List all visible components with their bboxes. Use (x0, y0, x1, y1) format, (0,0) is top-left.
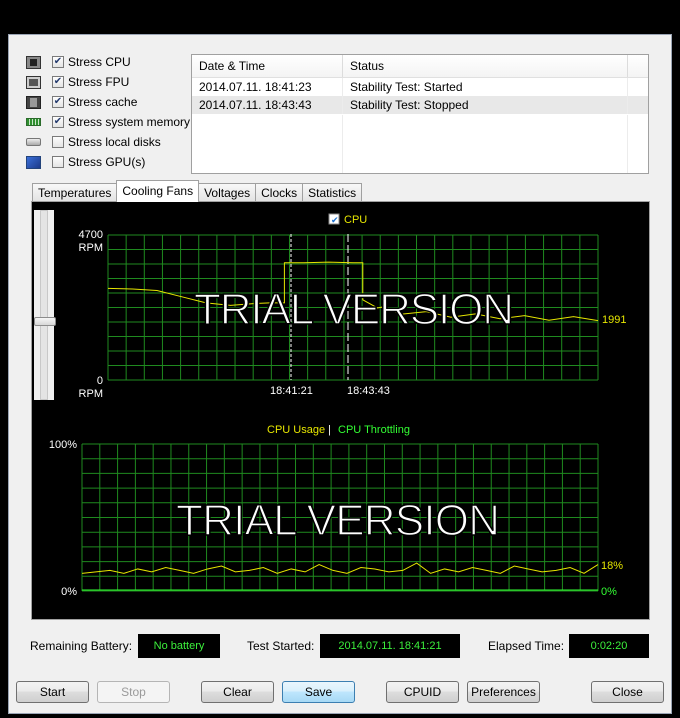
tab-cooling-fans[interactable]: Cooling Fans (116, 180, 200, 202)
start-button[interactable]: Start (16, 681, 89, 703)
stress-cpu-option[interactable]: ✔ Stress CPU (26, 52, 196, 72)
stress-cache-label: Stress cache (68, 95, 138, 109)
disk-icon (26, 138, 41, 146)
stress-fpu-option[interactable]: ✔ Stress FPU (26, 72, 196, 92)
tab-clocks[interactable]: Clocks (255, 183, 304, 202)
stress-gpu-option[interactable]: Stress GPU(s) (26, 152, 196, 172)
cpuid-button[interactable]: CPUID (386, 681, 459, 703)
log-header-row: Date & Time Status (192, 55, 648, 78)
usage-current-value: 18% (601, 560, 623, 572)
stress-memory-option[interactable]: ✔ Stress system memory (26, 112, 196, 132)
fan-y-min-label: 0 (97, 375, 103, 387)
tab-temperatures[interactable]: Temperatures (32, 183, 118, 202)
preferences-button[interactable]: Preferences (467, 681, 540, 703)
cpu-usage-chart: CPU Usage | CPU Throttling 100% 0% 18% 0… (32, 412, 648, 618)
usage-legend-cpu-usage: CPU Usage (267, 424, 325, 436)
battery-value: No battery (138, 634, 220, 658)
log-row[interactable]: 2014.07.11. 18:43:43 Stability Test: Sto… (192, 96, 648, 114)
clear-button[interactable]: Clear (201, 681, 274, 703)
usage-y-max-label: 100% (49, 439, 77, 451)
fan-y-min-unit: RPM (79, 388, 103, 400)
fan-chart-slider[interactable] (34, 210, 56, 400)
tab-voltages[interactable]: Voltages (198, 183, 257, 202)
log-cell-datetime: 2014.07.11. 18:41:23 (192, 78, 343, 96)
cache-icon (26, 95, 41, 109)
stress-memory-checkbox[interactable]: ✔ (52, 116, 64, 128)
fan-y-max-unit: RPM (79, 242, 103, 254)
log-row[interactable]: 2014.07.11. 18:41:23 Stability Test: Sta… (192, 78, 648, 96)
stop-button[interactable]: Stop (97, 681, 170, 703)
event-log-table[interactable]: Date & Time Status 2014.07.11. 18:41:23 … (191, 54, 649, 174)
stress-gpu-checkbox[interactable] (52, 156, 64, 168)
fan-speed-chart: ✔ CPU 4700 RPM 0 RPM 18:41:21 18:43:43 1… (58, 204, 648, 408)
fan-legend-cpu: CPU (344, 214, 367, 226)
stress-gpu-label: Stress GPU(s) (68, 155, 146, 169)
close-button[interactable]: Close (591, 681, 664, 703)
usage-chart-watermark: TRIAL VERSION (176, 496, 500, 545)
stress-cache-option[interactable]: ✔ Stress cache (26, 92, 196, 112)
tab-bar: Temperatures Cooling Fans Voltages Clock… (32, 180, 363, 202)
elapsed-value: 0:02:20 (569, 634, 649, 658)
tab-statistics[interactable]: Statistics (302, 183, 363, 202)
stress-disks-option[interactable]: Stress local disks (26, 132, 196, 152)
stress-disks-label: Stress local disks (68, 135, 161, 149)
log-cell-status: Stability Test: Started (343, 78, 628, 96)
fan-x-label-start: 18:41:21 (270, 385, 313, 397)
memory-icon (26, 118, 41, 126)
save-button[interactable]: Save (282, 681, 355, 703)
usage-y-min-label: 0% (61, 586, 77, 598)
elapsed-label: Elapsed Time: (488, 639, 565, 653)
fan-chart-watermark: TRIAL VERSION (194, 285, 514, 334)
log-cell-status: Stability Test: Stopped (343, 96, 628, 114)
usage-legend-cpu-throttling: CPU Throttling (338, 424, 410, 436)
stress-cache-checkbox[interactable]: ✔ (52, 96, 64, 108)
fpu-icon (26, 75, 41, 89)
fan-x-label-stop: 18:43:43 (347, 385, 390, 397)
slider-track[interactable] (40, 210, 48, 400)
test-started-value: 2014.07.11. 18:41:21 (320, 634, 460, 658)
stress-cpu-label: Stress CPU (68, 55, 131, 69)
cpu-icon (26, 55, 41, 69)
stress-cpu-checkbox[interactable]: ✔ (52, 56, 64, 68)
check-icon: ✔ (331, 215, 339, 225)
throttling-current-value: 0% (601, 586, 617, 598)
usage-legend-separator: | (328, 424, 331, 436)
test-started-label: Test Started: (247, 639, 315, 653)
log-header-datetime[interactable]: Date & Time (192, 55, 343, 77)
battery-label: Remaining Battery: (30, 639, 133, 653)
gpu-icon (26, 155, 41, 169)
stress-disks-checkbox[interactable] (52, 136, 64, 148)
slider-thumb[interactable] (34, 317, 56, 326)
stress-memory-label: Stress system memory (68, 115, 191, 129)
stress-fpu-checkbox[interactable]: ✔ (52, 76, 64, 88)
log-header-status[interactable]: Status (343, 55, 628, 77)
fan-y-max-label: 4700 (79, 229, 103, 241)
stress-fpu-label: Stress FPU (68, 75, 130, 89)
log-cell-datetime: 2014.07.11. 18:43:43 (192, 96, 343, 114)
status-bar: Remaining Battery: No battery Test Start… (30, 634, 650, 658)
fan-current-value: 1991 (602, 314, 626, 326)
